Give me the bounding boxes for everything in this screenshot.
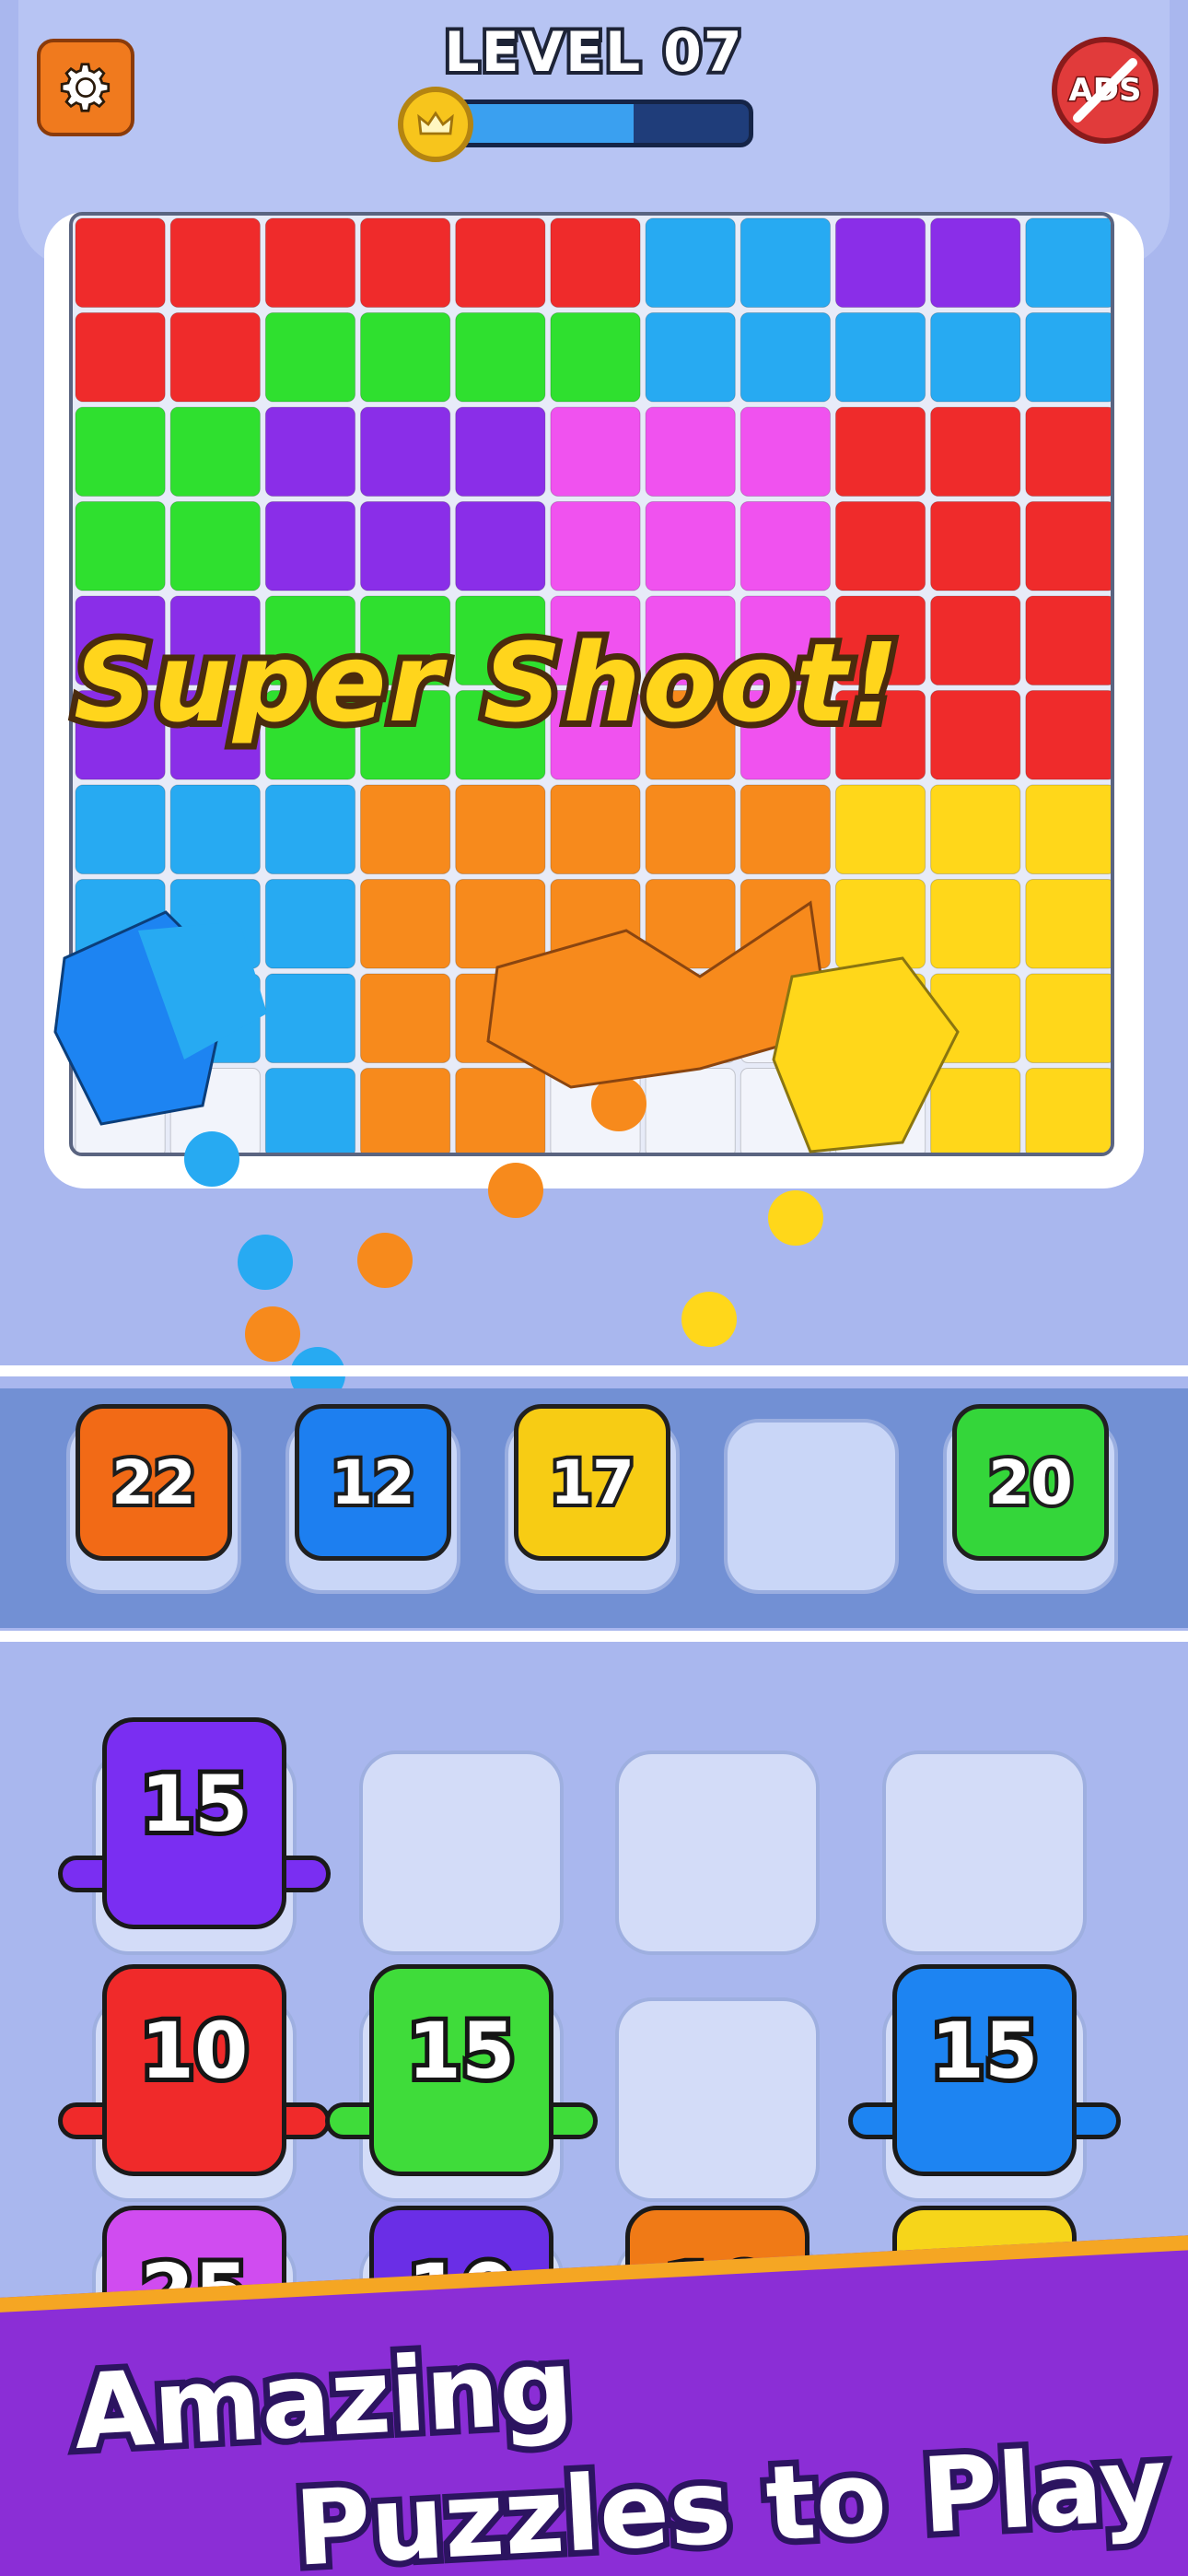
yellow-block-debris [772,956,960,1153]
blue-block-debris [53,910,267,1126]
yellow-ball [768,1190,823,1246]
conveyor-slot [724,1419,899,1594]
game-screen: LEVEL 07 ADS [0,0,1188,2576]
queue-slot [359,1751,564,1955]
orange-ball [488,1163,543,1218]
shooter-17[interactable]: 17 [514,1404,670,1561]
super-shoot-text: Super Shoot! [67,613,905,753]
queue-slot [615,1751,820,1955]
queue-piece-15[interactable]: 15 [369,1964,553,2176]
queue-piece-15[interactable]: 15 [102,1717,286,1929]
orange-ball [245,1306,300,1362]
conveyor-top-rail [0,1365,1188,1376]
blue-ball [184,1131,239,1187]
conveyor-bottom-rail [0,1631,1188,1642]
yellow-ball [681,1292,737,1347]
shooter-12[interactable]: 12 [295,1404,451,1561]
orange-ball [357,1233,413,1288]
shooter-22[interactable]: 22 [76,1404,232,1561]
queue-slot [615,1997,820,2202]
queue-slot [882,1751,1087,1955]
queue-piece-10[interactable]: 10 [102,1964,286,2176]
queue-piece-15[interactable]: 15 [892,1964,1077,2176]
shooter-20[interactable]: 20 [952,1404,1109,1561]
blue-ball [238,1235,293,1290]
